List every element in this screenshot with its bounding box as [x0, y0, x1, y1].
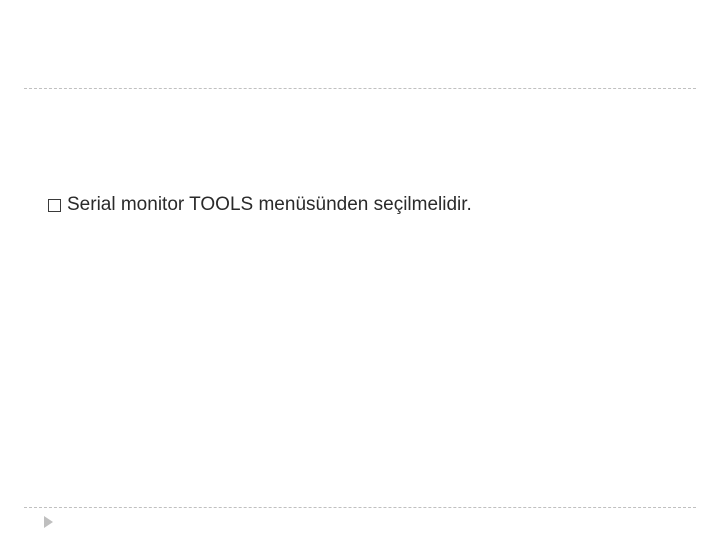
square-bullet-icon [48, 199, 61, 212]
top-divider [24, 88, 696, 89]
bullet-text: Serial monitor TOOLS menüsünden seçilmel… [67, 193, 472, 218]
bottom-divider [24, 507, 696, 508]
arrow-right-icon [44, 516, 53, 528]
bullet-line: Serial monitor TOOLS menüsünden seçilmel… [48, 193, 672, 218]
slide-content: Serial monitor TOOLS menüsünden seçilmel… [48, 193, 672, 218]
